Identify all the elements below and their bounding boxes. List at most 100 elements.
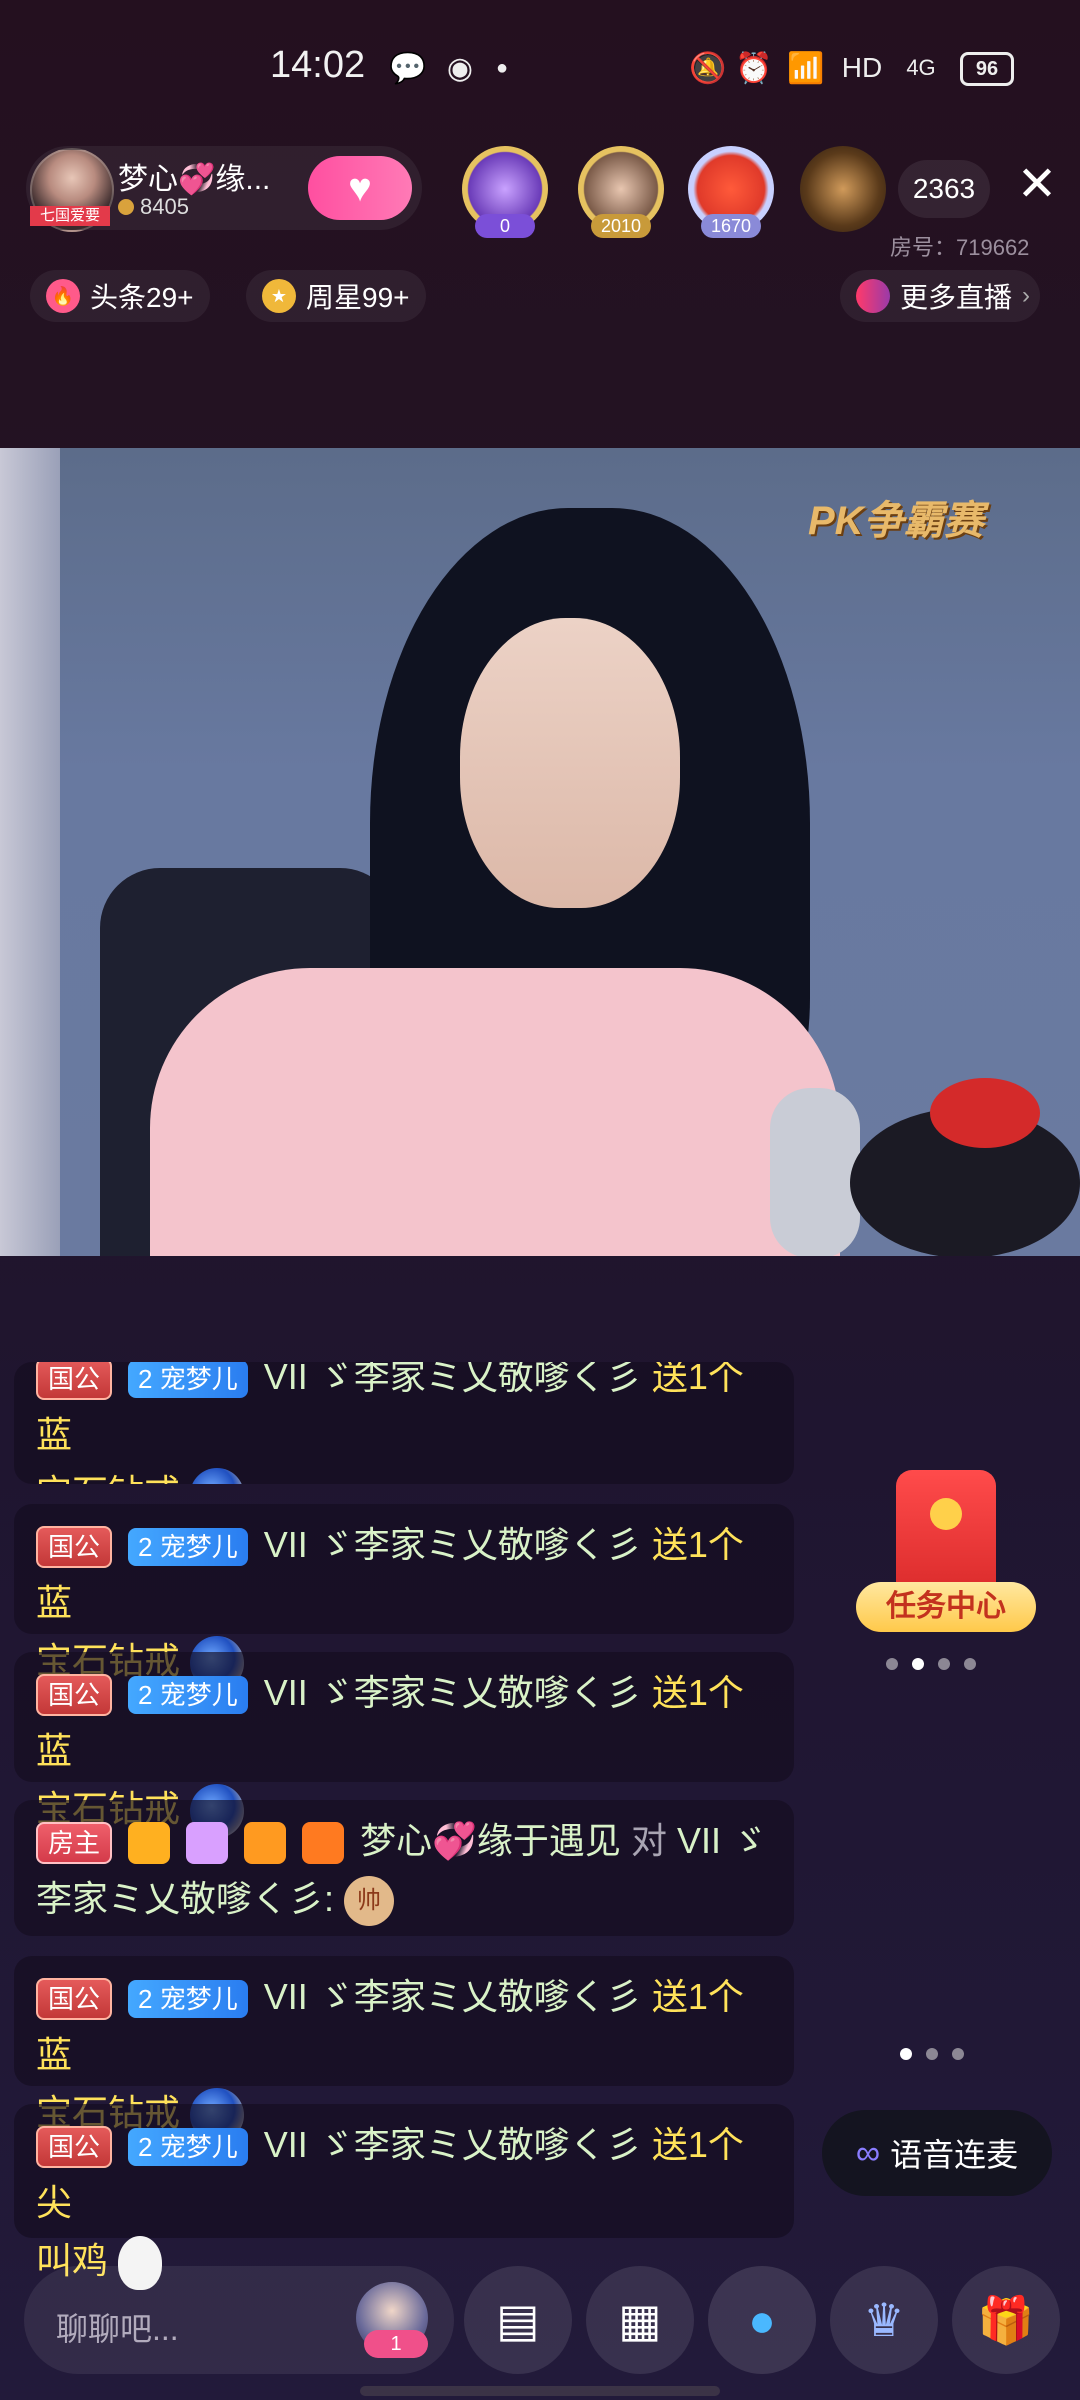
medal-icon-3: [244, 1822, 287, 1865]
pet-tag: 2 宠梦儿: [128, 1528, 248, 1567]
video-streamer-shirt: [150, 968, 840, 1256]
video-plush-bow: [930, 1078, 1040, 1148]
chat-message[interactable]: 国公 2 宠梦儿 VII ゞ李家ミ乂敬嗲く彡 送1个蓝 宝石钻戒: [14, 1362, 794, 1484]
link-icon: ∞: [855, 2133, 881, 2172]
voice-link-label: 语音连麦: [890, 2137, 1019, 2173]
apps-button[interactable]: ▦: [586, 2266, 694, 2374]
level: 2: [138, 1364, 153, 1395]
host-coins: 8405: [118, 194, 189, 220]
heart-plus-icon: ♥: [348, 165, 372, 210]
level: 2: [138, 1680, 153, 1711]
medal-icon-1: [128, 1822, 171, 1865]
pet-tag-label: 宠梦儿: [159, 1532, 238, 1563]
home-indicator: [360, 2386, 720, 2396]
gift-name: 宝石钻戒: [36, 1472, 180, 1484]
chat-message[interactable]: 国公 2 宠梦儿 VII ゞ李家ミ乂敬嗲く彡 送1个蓝 宝石钻戒: [14, 1652, 794, 1839]
status-time: 14:02: [270, 44, 366, 86]
gift-button[interactable]: 🎁: [952, 2266, 1060, 2374]
pk-watermark: PK争霸赛: [808, 499, 984, 543]
game-button[interactable]: ●: [708, 2266, 816, 2374]
message-connector: 对: [630, 1820, 667, 1861]
more-live-label: 更多直播: [900, 282, 1013, 313]
coin-icon: [118, 199, 134, 215]
username: VII ゞ李家ミ乂敬嗲く彡: [263, 2124, 642, 2165]
pet-tag-label: 宠梦儿: [159, 2132, 238, 2163]
target-user: VII ゞ: [676, 1820, 767, 1861]
red-packet-icon: [896, 1470, 996, 1600]
video-streamer-face: [460, 618, 680, 908]
username: VII ゞ李家ミ乂敬嗲く彡: [263, 1672, 642, 1713]
rank-tag: 国公: [36, 1362, 113, 1401]
user-level-badge: 1: [364, 2330, 428, 2358]
rank-tag: 国公: [36, 1526, 113, 1569]
message-text: 李家ミ乂敬嗲く彡:: [36, 1878, 335, 1919]
chat-message[interactable]: 房主 梦心💞缘于遇见 对 VII ゞ 李家ミ乂敬嗲く彡: 帅: [14, 1800, 794, 1936]
task-center-button[interactable]: 任务中心: [856, 1470, 1036, 1640]
more-notifications-icon: ●: [495, 56, 509, 79]
host-coins-value: 8405: [140, 194, 189, 219]
username: VII ゞ李家ミ乂敬嗲く彡: [263, 1524, 642, 1565]
medal-icon-4: [302, 1822, 345, 1865]
viewer-badge-3: 1670: [701, 214, 761, 238]
viewer-avatar-2[interactable]: 2010: [578, 146, 664, 238]
wifi-icon: 📶: [787, 51, 825, 85]
host-name: 梦心💞缘...: [118, 163, 271, 196]
weekly-star-pill[interactable]: ★ 周星99+: [246, 270, 426, 322]
follow-button[interactable]: ♥: [308, 156, 412, 220]
rank-tag: 国公: [36, 1674, 113, 1717]
level: 2: [138, 1984, 153, 2015]
side-pager-dots: [900, 2048, 964, 2060]
video-curtain: [0, 448, 60, 1256]
pet-tag-label: 宠梦儿: [159, 1364, 238, 1395]
viewer-avatar-4[interactable]: [800, 146, 886, 232]
alarm-icon: ⏰: [735, 51, 773, 85]
pet-tag-label: 宠梦儿: [159, 1680, 238, 1711]
live-video[interactable]: PK争霸赛: [0, 448, 1080, 1256]
username: 梦心💞缘于遇见: [360, 1820, 621, 1861]
viewer-avatar-3[interactable]: 1670: [688, 146, 774, 238]
viewer-count[interactable]: 2363: [898, 160, 990, 218]
game-controller-icon: ●: [748, 2294, 776, 2346]
wechat-icon: 💬: [389, 51, 427, 85]
chevron-right-icon: ›: [1022, 282, 1031, 309]
flame-icon: 🔥: [46, 279, 80, 313]
comment-icon: ▤: [496, 2294, 540, 2346]
chat-placeholder: 聊聊吧...: [56, 2311, 179, 2347]
viewer-badge-1: 0: [475, 214, 535, 238]
gift-box-icon: 🎁: [977, 2293, 1035, 2346]
signal-4g-icon: 4G: [906, 55, 936, 80]
chat-message[interactable]: 国公 2 宠梦儿 VII ゞ李家ミ乂敬嗲く彡 送1个蓝 宝石钻戒: [14, 1504, 794, 1691]
crown-icon: ♛: [863, 2294, 905, 2346]
pet-tag: 2 宠梦儿: [128, 1980, 248, 2019]
level: 2: [138, 1532, 153, 1563]
weekly-star-label: 周星99+: [306, 282, 410, 313]
room-id: 房号：719662: [890, 235, 1030, 260]
close-icon[interactable]: ✕: [1012, 160, 1062, 210]
host-tag: 房主: [36, 1822, 113, 1865]
app-notification-icon: ◉: [446, 51, 474, 85]
vip-button[interactable]: ♛: [830, 2266, 938, 2374]
hd-label: HD: [841, 52, 883, 83]
battery-icon: 96: [960, 52, 1014, 86]
star-icon: ★: [262, 279, 296, 313]
pet-tag: 2 宠梦儿: [128, 1362, 248, 1399]
sapphire-ring-icon: [190, 1468, 245, 1484]
viewer-badge-2: 2010: [591, 214, 651, 238]
comment-button[interactable]: ▤: [464, 2266, 572, 2374]
chat-message[interactable]: 国公 2 宠梦儿 VII ゞ李家ミ乂敬嗲く彡 送1个尖 叫鸡: [14, 2104, 794, 2291]
video-microphone: [770, 1088, 860, 1256]
headline-pill[interactable]: 🔥 头条29+: [30, 270, 210, 322]
grid-icon: ▦: [618, 2294, 662, 2346]
live-icon: [856, 279, 890, 313]
viewer-avatar-1[interactable]: 0: [462, 146, 548, 238]
pet-tag: 2 宠梦儿: [128, 2128, 248, 2167]
voice-link-button[interactable]: ∞ 语音连麦: [822, 2110, 1052, 2196]
username: VII ゞ李家ミ乂敬嗲く彡: [263, 1362, 642, 1397]
task-pager-dots: [886, 1658, 976, 1670]
chat-message[interactable]: 国公 2 宠梦儿 VII ゞ李家ミ乂敬嗲く彡 送1个蓝 宝石钻戒: [14, 1956, 794, 2143]
mute-icon: 🔕: [689, 51, 727, 85]
more-live-pill[interactable]: 更多直播 ›: [840, 270, 1041, 322]
headline-label: 头条29+: [90, 282, 194, 313]
level: 2: [138, 2132, 153, 2163]
rank-tag: 国公: [36, 2126, 113, 2169]
